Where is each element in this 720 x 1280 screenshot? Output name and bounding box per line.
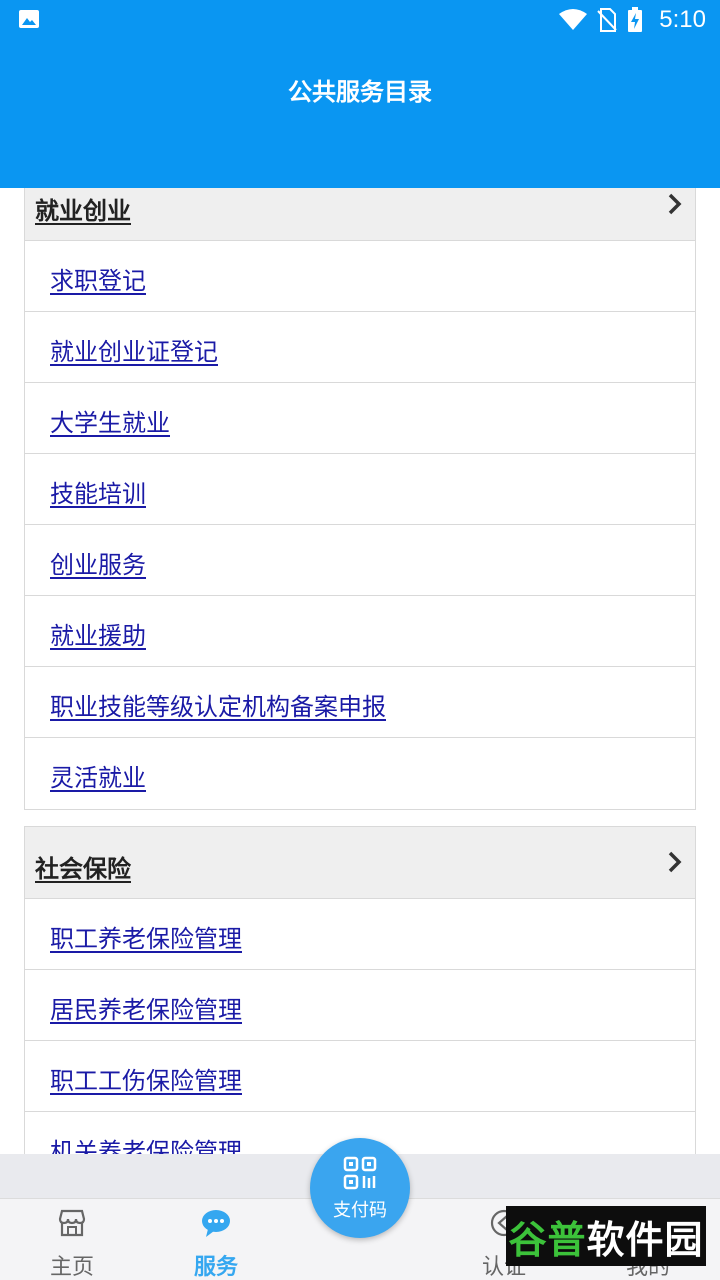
service-link[interactable]: 职工养老保险管理 xyxy=(50,919,242,954)
service-link[interactable]: 技能培训 xyxy=(50,474,146,509)
list-item[interactable]: 就业创业证登记 xyxy=(25,312,695,383)
watermark-part2: 软件园 xyxy=(586,1217,704,1262)
section-title[interactable]: 就业创业 xyxy=(35,191,131,226)
list-item[interactable]: 求职登记 xyxy=(25,241,695,312)
service-link[interactable]: 就业创业证登记 xyxy=(50,332,218,367)
status-time: 5:10 xyxy=(659,6,706,33)
tab-label: 服务 xyxy=(193,1255,238,1280)
list-item[interactable]: 居民养老保险管理 xyxy=(25,970,695,1041)
chat-bubble-icon xyxy=(202,1210,230,1237)
tab-label: 主页 xyxy=(49,1255,94,1280)
qr-code-icon xyxy=(343,1156,377,1190)
watermark-logo: 谷普 软件园 xyxy=(506,1206,706,1266)
service-link[interactable]: 求职登记 xyxy=(50,261,146,296)
list-item[interactable]: 灵活就业 xyxy=(25,738,695,809)
service-list[interactable]: 就业创业 求职登记 就业创业证登记 大学生就业 技能培训 创业服务 就业援助 职… xyxy=(0,188,720,1154)
tab-services[interactable]: 服务 xyxy=(144,1199,288,1280)
chevron-right-icon[interactable] xyxy=(665,191,685,217)
list-item[interactable]: 大学生就业 xyxy=(25,383,695,454)
watermark-part1: 谷普 xyxy=(508,1217,587,1262)
tab-home[interactable]: 主页 xyxy=(0,1199,144,1280)
service-link[interactable]: 职业技能等级认定机构备案申报 xyxy=(50,687,386,722)
list-item[interactable]: 就业援助 xyxy=(25,596,695,667)
page-title: 公共服务目录 xyxy=(288,78,432,106)
section-title[interactable]: 社会保险 xyxy=(35,849,131,884)
section-employment: 就业创业 求职登记 就业创业证登记 大学生就业 技能培训 创业服务 就业援助 职… xyxy=(24,188,696,810)
section-social-insurance: 社会保险 职工养老保险管理 居民养老保险管理 职工工伤保险管理 机关养老保险管理 xyxy=(24,826,696,1154)
service-link[interactable]: 灵活就业 xyxy=(50,758,146,793)
section-header[interactable]: 就业创业 xyxy=(25,188,695,241)
section-header[interactable]: 社会保险 xyxy=(25,827,695,899)
app-header: 5:10 公共服务目录 xyxy=(0,0,720,188)
service-link[interactable]: 职工工伤保险管理 xyxy=(50,1061,242,1096)
service-link[interactable]: 机关养老保险管理 xyxy=(50,1132,242,1154)
service-link[interactable]: 大学生就业 xyxy=(50,403,170,438)
status-bar: 5:10 xyxy=(0,0,720,40)
no-sim-icon xyxy=(597,8,618,32)
service-link[interactable]: 就业援助 xyxy=(50,616,146,651)
payment-code-button[interactable]: 支付码 xyxy=(310,1138,410,1238)
wifi-icon xyxy=(559,9,588,30)
service-link[interactable]: 创业服务 xyxy=(50,545,146,580)
fab-label: 支付码 xyxy=(333,1200,387,1221)
list-item[interactable]: 创业服务 xyxy=(25,525,695,596)
chevron-right-icon[interactable] xyxy=(665,849,685,875)
list-item[interactable]: 技能培训 xyxy=(25,454,695,525)
list-item[interactable]: 职业技能等级认定机构备案申报 xyxy=(25,667,695,738)
battery-charging-icon xyxy=(628,7,643,32)
service-link[interactable]: 居民养老保险管理 xyxy=(50,990,242,1025)
gallery-icon xyxy=(19,10,39,28)
list-item[interactable]: 职工工伤保险管理 xyxy=(25,1041,695,1112)
store-icon xyxy=(58,1209,86,1237)
list-item[interactable]: 职工养老保险管理 xyxy=(25,899,695,970)
